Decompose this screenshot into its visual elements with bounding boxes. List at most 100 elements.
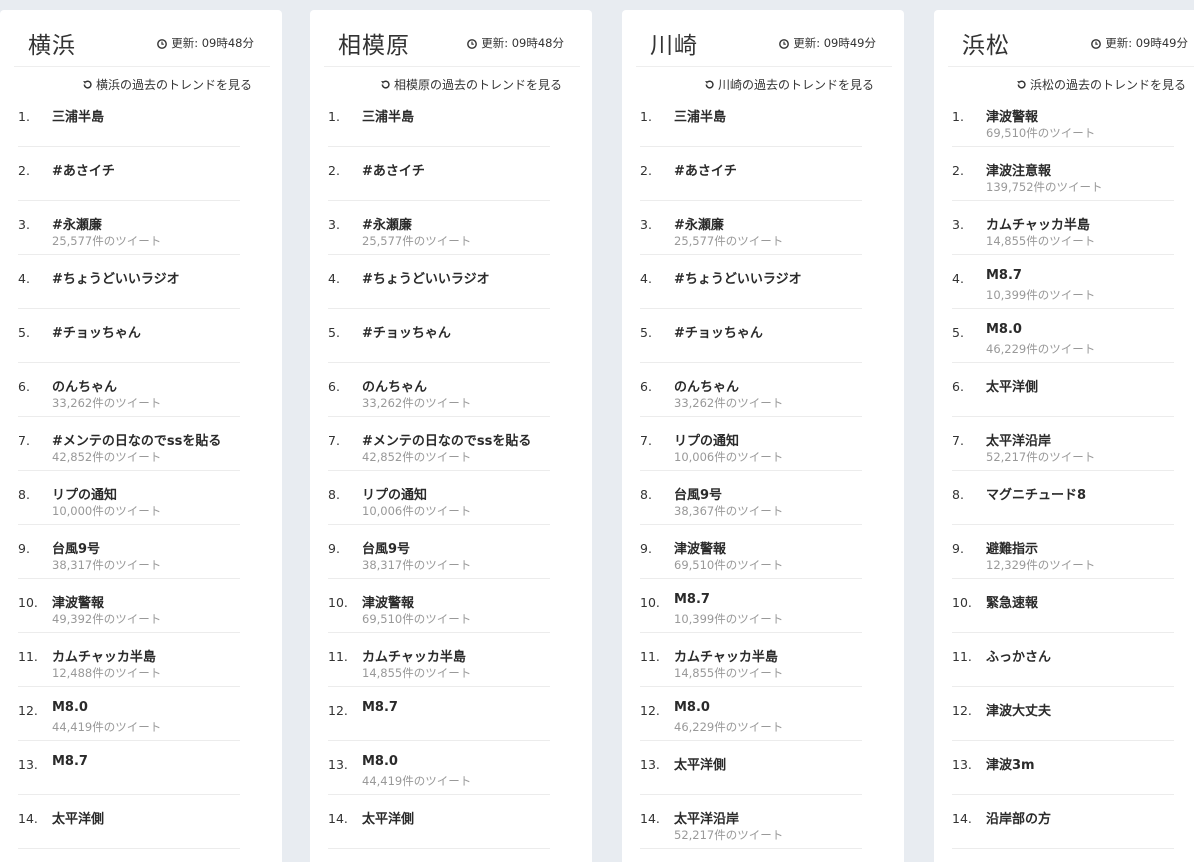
trend-name-link[interactable]: 津波3m bbox=[986, 754, 1035, 773]
trend-rank: 14. bbox=[952, 811, 972, 826]
trend-name-link[interactable]: #チョッちゃん bbox=[52, 322, 141, 341]
trend-name-link[interactable]: ふっかさん bbox=[986, 646, 1051, 665]
trend-rank: 13. bbox=[640, 757, 660, 772]
trend-name-link[interactable]: 太平洋側 bbox=[52, 808, 104, 827]
trend-item: 14. 太平洋側 bbox=[328, 796, 550, 849]
trend-name-link[interactable]: #チョッちゃん bbox=[362, 322, 451, 341]
trend-item: 13. M8.0 44,419件のツイート bbox=[328, 742, 550, 795]
trend-name-link[interactable]: 緊急速報 bbox=[986, 592, 1038, 611]
trend-name-link[interactable]: #あさイチ bbox=[674, 160, 737, 179]
trend-item: 8. リプの通知 10,000件のツイート bbox=[18, 472, 240, 525]
trend-item: 8. リプの通知 10,006件のツイート bbox=[328, 472, 550, 525]
trend-item: 13. 太平洋側 bbox=[640, 742, 862, 795]
trend-name-link[interactable]: 太平洋側 bbox=[986, 376, 1038, 395]
trend-name-link[interactable]: カムチャッカ半島 bbox=[362, 646, 466, 665]
trend-name-link[interactable]: 太平洋側 bbox=[362, 808, 414, 827]
trend-name-link[interactable]: 津波注意報 bbox=[986, 160, 1051, 179]
trend-name-link[interactable]: M8.7 bbox=[986, 268, 1022, 283]
card-header: 横浜 更新: 09時48分 bbox=[14, 10, 270, 67]
trend-name-link[interactable]: のんちゃん bbox=[52, 376, 117, 395]
trend-name-link[interactable]: 避難指示 bbox=[986, 538, 1038, 557]
trend-name-link[interactable]: 津波警報 bbox=[986, 106, 1038, 125]
trend-name-link[interactable]: 三浦半島 bbox=[52, 106, 104, 125]
trend-name-link[interactable]: 台風9号 bbox=[52, 538, 100, 557]
trend-name-link[interactable]: M8.0 bbox=[52, 700, 88, 715]
trend-rank: 4. bbox=[952, 271, 964, 286]
history-link[interactable]: 横浜の過去のトレンドを見る bbox=[82, 76, 252, 93]
trend-name-link[interactable]: M8.7 bbox=[52, 754, 88, 769]
trend-item: 2. #あさイチ bbox=[328, 148, 550, 201]
history-link[interactable]: 相模原の過去のトレンドを見る bbox=[380, 76, 562, 93]
trend-rank: 4. bbox=[18, 271, 30, 286]
trend-item: 7. リプの通知 10,006件のツイート bbox=[640, 418, 862, 471]
trend-name-link[interactable]: #ちょうどいいラジオ bbox=[52, 268, 180, 287]
trend-name-link[interactable]: #メンテの日なのでssを貼る bbox=[52, 430, 221, 449]
trend-name-link[interactable]: #メンテの日なのでssを貼る bbox=[362, 430, 531, 449]
trend-name-link[interactable]: 台風9号 bbox=[362, 538, 410, 557]
trend-list: 1. 津波警報 69,510件のツイート 2. 津波注意報 139,752件のツイート 3.… bbox=[952, 94, 1174, 862]
trend-name-link[interactable]: のんちゃん bbox=[674, 376, 739, 395]
trend-name-link[interactable]: カムチャッカ半島 bbox=[986, 214, 1090, 233]
trend-rank: 2. bbox=[952, 163, 964, 178]
history-icon bbox=[380, 79, 391, 90]
trend-item: 4. M8.7 10,399件のツイート bbox=[952, 256, 1174, 309]
trend-name-link[interactable]: マグニチュード8 bbox=[986, 484, 1086, 503]
trend-item: 9. 避難指示 12,329件のツイート bbox=[952, 526, 1174, 579]
trend-rank: 6. bbox=[952, 379, 964, 394]
trend-item: 8. マグニチュード8 bbox=[952, 472, 1174, 525]
tweet-count: 42,852件のツイート bbox=[52, 450, 162, 464]
trend-name-link[interactable]: リプの通知 bbox=[52, 484, 117, 503]
trend-item: 6. のんちゃん 33,262件のツイート bbox=[328, 364, 550, 417]
trend-rank: 2. bbox=[18, 163, 30, 178]
tweet-count: 49,392件のツイート bbox=[52, 612, 162, 626]
trend-rank: 5. bbox=[18, 325, 30, 340]
trend-item: 5. #チョッちゃん bbox=[640, 310, 862, 363]
trend-name-link[interactable]: #あさイチ bbox=[362, 160, 425, 179]
trend-name-link[interactable]: #ちょうどいいラジオ bbox=[362, 268, 490, 287]
trend-name-link[interactable]: 太平洋沿岸 bbox=[986, 430, 1051, 449]
trend-name-link[interactable]: #永瀬廉 bbox=[362, 214, 412, 233]
trends-board: 横浜 更新: 09時48分 横浜の過去のトレンドを見る 1. 三浦半島 2. #あさイチ 3.… bbox=[0, 0, 1194, 862]
city-card: 横浜 更新: 09時48分 横浜の過去のトレンドを見る 1. 三浦半島 2. #あさイチ 3.… bbox=[0, 10, 282, 862]
clock-icon bbox=[467, 38, 478, 49]
trend-name-link[interactable]: カムチャッカ半島 bbox=[674, 646, 778, 665]
trend-item: 5. M8.0 46,229件のツイート bbox=[952, 310, 1174, 363]
trend-name-link[interactable]: #あさイチ bbox=[52, 160, 115, 179]
trend-name-link[interactable]: 津波警報 bbox=[52, 592, 104, 611]
trend-name-link[interactable]: M8.0 bbox=[986, 322, 1022, 337]
trend-name-link[interactable]: 津波大丈夫 bbox=[986, 700, 1051, 719]
trend-name-link[interactable]: M8.7 bbox=[674, 592, 710, 607]
updated-time: 更新: 09時48分 bbox=[157, 35, 254, 51]
trend-name-link[interactable]: #永瀬廉 bbox=[52, 214, 102, 233]
trend-name-link[interactable]: #永瀬廉 bbox=[674, 214, 724, 233]
trend-name-link[interactable]: M8.0 bbox=[674, 700, 710, 715]
trend-name-link[interactable]: M8.0 bbox=[362, 754, 398, 769]
history-link[interactable]: 浜松の過去のトレンドを見る bbox=[1016, 76, 1186, 93]
trend-name-link[interactable]: リプの通知 bbox=[362, 484, 427, 503]
trend-name-link[interactable]: 三浦半島 bbox=[674, 106, 726, 125]
tweet-count: 14,855件のツイート bbox=[362, 666, 472, 680]
trend-item: 7. #メンテの日なのでssを貼る 42,852件のツイート bbox=[18, 418, 240, 471]
trend-item: 14. 太平洋沿岸 52,217件のツイート bbox=[640, 796, 862, 849]
trend-name-link[interactable]: 沿岸部の方 bbox=[986, 808, 1051, 827]
trend-rank: 13. bbox=[328, 757, 348, 772]
trend-item: 6. のんちゃん 33,262件のツイート bbox=[18, 364, 240, 417]
trend-name-link[interactable]: カムチャッカ半島 bbox=[52, 646, 156, 665]
trend-name-link[interactable]: M8.7 bbox=[362, 700, 398, 715]
trend-name-link[interactable]: #ちょうどいいラジオ bbox=[674, 268, 802, 287]
clock-icon bbox=[157, 38, 168, 49]
history-icon bbox=[704, 79, 715, 90]
trend-item: 15.太平洋沿岸 bbox=[328, 850, 550, 862]
history-link[interactable]: 川崎の過去のトレンドを見る bbox=[704, 76, 874, 93]
trend-name-link[interactable]: 津波警報 bbox=[362, 592, 414, 611]
trend-name-link[interactable]: 太平洋沿岸 bbox=[674, 808, 739, 827]
trend-name-link[interactable]: のんちゃん bbox=[362, 376, 427, 395]
trend-name-link[interactable]: #チョッちゃん bbox=[674, 322, 763, 341]
trend-name-link[interactable]: 津波警報 bbox=[674, 538, 726, 557]
trend-name-link[interactable]: リプの通知 bbox=[674, 430, 739, 449]
trend-rank: 8. bbox=[18, 487, 30, 502]
trend-name-link[interactable]: 太平洋側 bbox=[674, 754, 726, 773]
trend-rank: 13. bbox=[952, 757, 972, 772]
trend-name-link[interactable]: 台風9号 bbox=[674, 484, 722, 503]
trend-name-link[interactable]: 三浦半島 bbox=[362, 106, 414, 125]
